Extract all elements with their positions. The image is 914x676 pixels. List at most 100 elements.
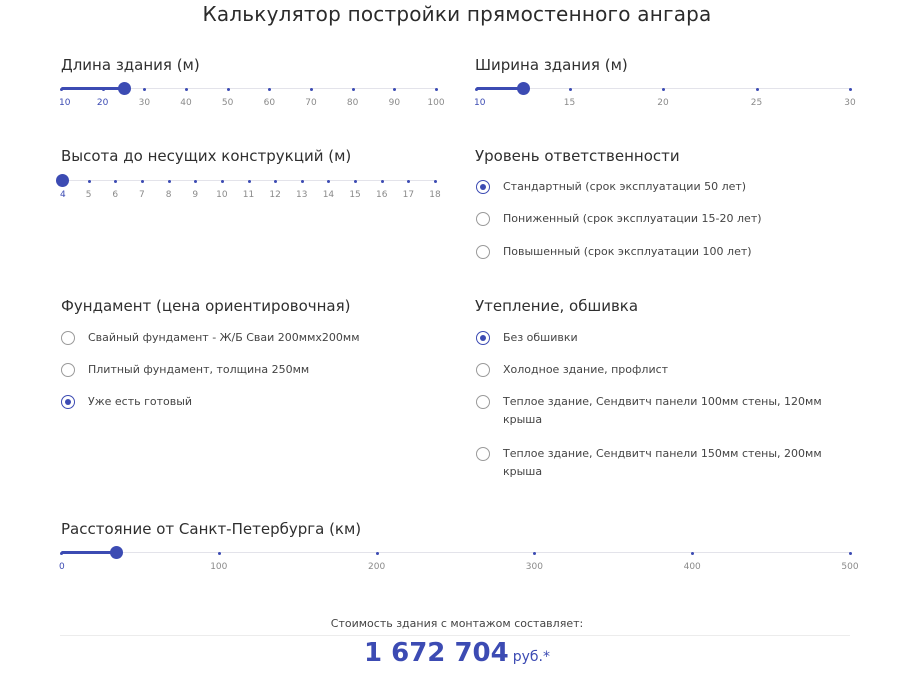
slider-step-dot [114, 180, 118, 183]
slider-fill [61, 551, 117, 554]
slider-tick-label: 10 [216, 190, 228, 200]
insulation-option-1[interactable]: Без обшивки [476, 331, 853, 347]
foundation-option-3[interactable]: Уже есть готовый [61, 395, 192, 411]
slider-tick-label: 20 [657, 98, 669, 108]
length-slider[interactable]: 10 20 30 40 50 60 70 80 90 100 [59, 81, 445, 121]
slider-tick-label: 30 [844, 98, 856, 108]
slider-step-dot [140, 180, 144, 183]
radio-label: Без обшивки [503, 331, 578, 344]
slider-tick-label: 200 [368, 562, 386, 572]
radio-button[interactable] [476, 447, 490, 461]
radio-label: Холодное здание, профлист [503, 363, 669, 376]
slider-step-dot [217, 552, 221, 555]
slider-step-dot [375, 552, 379, 555]
slider-step-dot [351, 88, 355, 91]
slider-tick-label: 6 [112, 190, 119, 200]
slider-tick-label: 70 [305, 98, 317, 108]
radio-button[interactable] [476, 395, 490, 409]
slider-tick-label: 5 [85, 190, 92, 200]
radio-label: Повышенный (срок эксплуатации 100 лет) [503, 245, 752, 258]
slider-tick-label: 50 [221, 98, 234, 108]
slider-fill [61, 87, 124, 90]
slider-tick-label: 8 [165, 190, 172, 200]
distance-label: Расстояние от Санкт-Петербурга (км) [61, 520, 362, 538]
slider-step-dot [327, 180, 331, 183]
responsibility-option-3[interactable]: Повышенный (срок эксплуатации 100 лет) [476, 245, 752, 261]
slider-tick-label: 15 [349, 190, 361, 200]
radio-button[interactable] [61, 395, 75, 409]
slider-step-dot [220, 180, 224, 183]
insulation-option-4[interactable]: Теплое здание, Сендвитч панели 150мм сте… [476, 447, 853, 481]
slider-handle[interactable] [117, 82, 131, 95]
width-label: Ширина здания (м) [475, 56, 628, 74]
responsibility-option-2[interactable]: Пониженный (срок эксплуатации 15-20 лет) [476, 212, 762, 228]
slider-tick-label: 20 [96, 98, 109, 108]
radio-button[interactable] [476, 245, 490, 259]
cost-currency: руб.* [512, 649, 550, 665]
slider-step-dot [310, 88, 313, 91]
radio-button[interactable] [476, 212, 490, 226]
slider-step-dot [755, 88, 759, 91]
slider-tick-label: 25 [750, 98, 763, 108]
slider-step-dot [533, 552, 537, 555]
insulation-option-3[interactable]: Теплое здание, Сендвитч панели 100мм сте… [476, 395, 853, 429]
slider-tick-label: 40 [180, 98, 192, 108]
slider-tick-label: 17 [402, 190, 415, 200]
slider-step-dot [691, 552, 695, 555]
responsibility-option-1[interactable]: Стандартный (срок эксплуатации 50 лет) [476, 180, 746, 196]
slider-handle[interactable] [516, 82, 530, 95]
slider-tick-label: 300 [525, 562, 543, 572]
slider-tick-label: 400 [683, 562, 701, 572]
slider-tick-label: 9 [192, 190, 199, 200]
slider-step-dot [185, 88, 188, 91]
slider-tick-label: 80 [346, 98, 359, 108]
slider-tick-label: 11 [242, 190, 255, 200]
slider-step-dot [226, 88, 230, 91]
slider-tick-label: 500 [841, 562, 859, 572]
slider-tick-label: 60 [263, 98, 276, 108]
cost-divider [60, 635, 850, 636]
slider-tick-label: 100 [210, 562, 228, 572]
slider-step-dot [435, 88, 438, 91]
responsibility-label: Уровень ответственности [475, 147, 680, 165]
slider-step-dot [60, 552, 63, 555]
slider-handle[interactable] [56, 174, 69, 187]
radio-button[interactable] [61, 331, 75, 345]
radio-button[interactable] [476, 363, 490, 377]
slider-tick-label: 0 [59, 562, 65, 572]
radio-button[interactable] [476, 331, 490, 345]
slider-step-dot [101, 88, 105, 91]
slider-tick-label: 100 [427, 98, 445, 108]
length-label: Длина здания (м) [61, 56, 200, 74]
slider-tick-label: 4 [60, 190, 66, 200]
slider-step-dot [434, 180, 437, 183]
foundation-label: Фундамент (цена ориентировочная) [61, 297, 351, 315]
slider-track[interactable] [61, 552, 850, 553]
foundation-option-2[interactable]: Плитный фундамент, толщина 250мм [61, 363, 309, 379]
distance-slider[interactable]: 0 100 200 300 400 500 [59, 545, 859, 585]
slider-tick-label: 30 [138, 98, 151, 108]
height-slider[interactable]: 4 5 6 7 8 9 10 11 12 13 14 15 16 17 18 [56, 173, 441, 213]
slider-tick-label: 15 [563, 98, 576, 108]
slider-step-dot [849, 552, 852, 555]
slider-step-dot [354, 180, 358, 183]
width-slider[interactable]: 10 15 20 25 30 [474, 81, 856, 121]
slider-tick-label: 12 [269, 190, 281, 200]
slider-step-dot [662, 88, 665, 91]
radio-label: Пониженный (срок эксплуатации 15-20 лет) [503, 212, 762, 225]
slider-tick-label: 10 [474, 98, 486, 108]
foundation-option-1[interactable]: Свайный фундамент - Ж/Б Сваи 200ммх200мм [61, 331, 360, 347]
radio-label: Теплое здание, Сендвитч панели 150мм сте… [503, 447, 822, 478]
slider-tick-label: 14 [322, 190, 335, 200]
radio-label: Стандартный (срок эксплуатации 50 лет) [503, 180, 747, 193]
slider-tick-label: 90 [388, 98, 401, 108]
insulation-option-2[interactable]: Холодное здание, профлист [476, 363, 853, 379]
radio-label: Уже есть готовый [88, 395, 193, 408]
slider-tick-label: 16 [375, 190, 388, 200]
radio-button[interactable] [476, 180, 490, 194]
slider-step-dot [407, 180, 411, 183]
slider-step-dot [143, 88, 147, 91]
slider-handle[interactable] [110, 546, 124, 559]
radio-button[interactable] [61, 363, 75, 377]
slider-step-dot [194, 180, 198, 183]
